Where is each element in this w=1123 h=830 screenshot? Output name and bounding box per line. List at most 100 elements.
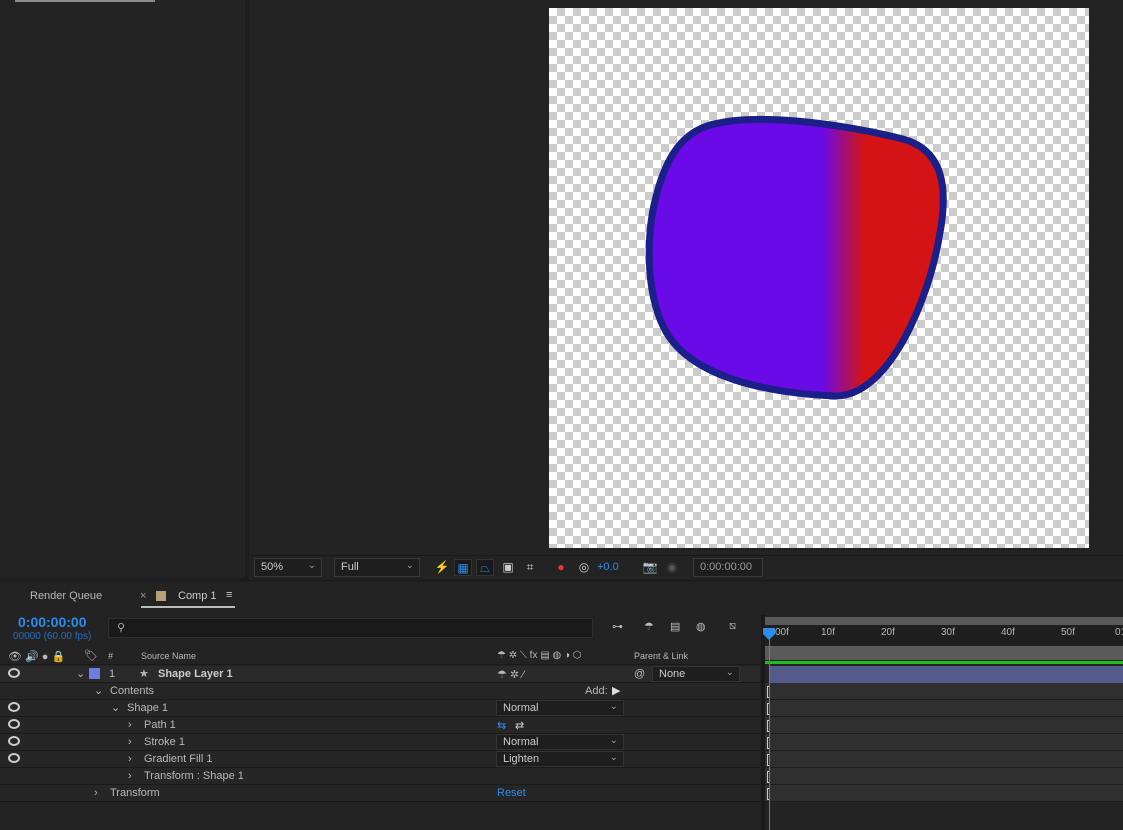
pickwhip-icon[interactable]: @	[634, 668, 645, 680]
gradient-fill-1-row[interactable]: ›Gradient Fill 1Lighten⌄	[0, 751, 760, 768]
blend-mode-dropdown[interactable]: Lighten⌄	[496, 751, 624, 767]
current-time-field[interactable]: 0:00:00:00	[693, 558, 763, 577]
show-snapshot-icon: ◉	[663, 559, 681, 576]
snapshot-camera-icon[interactable]: 📷	[641, 559, 659, 576]
layer-search-input[interactable]: ⚲	[108, 618, 593, 638]
transparency-grid-icon[interactable]: ▦	[454, 559, 472, 576]
comp-color-swatch	[156, 591, 166, 601]
expand-chevron-icon[interactable]: ›	[94, 787, 98, 799]
active-tab-underline	[141, 606, 235, 608]
viewer-toolbar: 50%⌄ Full⌄ ⚡ ▦ ⏢ ▣ ⌗ ● ◎ +0.0 📷 ◉ 0:00:0…	[249, 555, 1123, 579]
stroke-1-row[interactable]: ›Stroke 1Normal⌄	[0, 734, 760, 751]
exposure-reset-icon[interactable]: ◎	[575, 559, 593, 576]
ruler-label: 01	[1115, 627, 1123, 638]
track-row	[765, 734, 1123, 751]
visibility-eye-icon[interactable]	[8, 736, 20, 746]
path-1-row[interactable]: › Path 1 ⇆ ⇄	[0, 717, 760, 734]
shape-layer-graphic[interactable]	[549, 8, 1089, 548]
blend-mode-dropdown[interactable]: Normal⌄	[496, 734, 624, 750]
expand-chevron-icon[interactable]: ⌄	[76, 667, 85, 680]
blend-mode-dropdown[interactable]: Normal ⌄	[496, 700, 624, 716]
region-of-interest-icon[interactable]: ▣	[499, 559, 517, 576]
shy-layers-icon[interactable]: ☂	[644, 620, 654, 633]
parent-link-header: Parent & Link	[634, 651, 688, 661]
fast-previews-icon[interactable]: ⚡	[433, 559, 451, 576]
expand-chevron-icon[interactable]: ›	[128, 753, 132, 765]
contents-row[interactable]: ⌄ContentsAdd:▶	[0, 683, 760, 700]
track-row	[765, 768, 1123, 785]
layer-label-color[interactable]	[89, 668, 100, 679]
layer-switches[interactable]: ☂ ✲ ⁄	[497, 668, 524, 681]
blend-mode-value: Normal	[503, 736, 538, 748]
ruler-label: 50f	[1061, 627, 1075, 638]
expand-chevron-icon[interactable]: ⌄	[94, 684, 103, 697]
visibility-eye-icon[interactable]	[8, 668, 20, 678]
layer-row[interactable]: ⌄ 1 ★ Shape Layer 1 ☂ ✲ ⁄ @ None⌄	[0, 666, 760, 683]
channel-icon[interactable]: ●	[552, 559, 570, 576]
layer-name[interactable]: Shape Layer 1	[158, 668, 233, 680]
av-features-icons: 👁 🔊 ● 🔒	[8, 650, 65, 663]
graph-editor-icon[interactable]: ⧅	[729, 620, 736, 633]
transform-shape-1-row[interactable]: › Transform : Shape 1	[0, 768, 760, 785]
magnification-dropdown[interactable]: 50%⌄	[254, 558, 322, 577]
ruler-label: 20f	[881, 627, 895, 638]
blend-mode-value: Normal	[503, 702, 538, 714]
close-tab-icon[interactable]: ×	[140, 590, 146, 602]
parent-dropdown[interactable]: None⌄	[652, 666, 740, 682]
time-navigator-bar[interactable]	[765, 617, 1123, 625]
grid-guides-icon[interactable]: ⌗	[521, 559, 539, 576]
transform-row[interactable]: › Transform Reset	[0, 785, 760, 802]
num-column-header: #	[108, 651, 113, 661]
ruler-label: 30f	[941, 627, 955, 638]
shape-1-row[interactable]: ⌄Shape 1Normal⌄	[0, 700, 760, 717]
panel-menu-icon[interactable]: ≡	[226, 589, 232, 601]
visibility-eye-icon[interactable]	[8, 702, 20, 712]
time-ruler[interactable]: 00f 10f 20f 30f 40f 50f 01	[765, 625, 1123, 645]
expand-chevron-icon[interactable]: ›	[128, 770, 132, 782]
panel-scrollbar[interactable]	[15, 0, 155, 2]
tab-render-queue[interactable]: Render Queue	[30, 590, 102, 602]
layer-number: 1	[109, 668, 115, 680]
work-area-bar[interactable]	[765, 646, 1123, 660]
playhead-line[interactable]	[769, 630, 770, 830]
reverse-path-direction-icon[interactable]: ⇄	[515, 719, 524, 732]
composition-canvas[interactable]	[549, 8, 1089, 548]
transform-shape-1-label: Transform : Shape 1	[144, 770, 244, 782]
search-icon: ⚲	[117, 621, 125, 634]
contents-label: Contents	[110, 685, 154, 697]
zoom-value: 50%	[261, 561, 283, 573]
reset-link[interactable]: Reset	[497, 787, 526, 799]
chevron-down-icon: ⌄	[610, 701, 618, 712]
visibility-eye-icon[interactable]	[8, 719, 20, 729]
panel-divider[interactable]	[761, 615, 765, 830]
ruler-label: 40f	[1001, 627, 1015, 638]
chevron-down-icon: ⌄	[610, 752, 618, 763]
source-name-header[interactable]: Source Name	[141, 651, 196, 661]
label-tag-icon: 🏷	[84, 649, 98, 662]
expand-chevron-icon[interactable]: ⌄	[111, 701, 120, 714]
mask-path-visibility-icon[interactable]: ⏢	[476, 559, 494, 576]
layer-switches-icons: ☂ ✲ ⟍ fx ▤ ◍ ◑ ⬡	[497, 650, 582, 661]
track-row	[765, 751, 1123, 768]
ruler-label: 10f	[821, 627, 835, 638]
current-time-display[interactable]: 0:00:00:00	[18, 614, 87, 630]
path-direction-icon[interactable]: ⇆	[497, 719, 506, 732]
track-row	[765, 717, 1123, 734]
viewer-timecode: 0:00:00:00	[700, 561, 752, 573]
add-menu-icon[interactable]: ▶	[612, 684, 620, 697]
motion-blur-icon[interactable]: ◍	[696, 620, 706, 633]
expand-chevron-icon[interactable]: ›	[128, 736, 132, 748]
composition-mini-flowchart-icon[interactable]: ⊶	[612, 620, 623, 633]
tab-comp-1[interactable]: Comp 1	[178, 590, 217, 602]
resolution-dropdown[interactable]: Full⌄	[334, 558, 420, 577]
chevron-down-icon: ⌄	[726, 667, 734, 678]
expand-chevron-icon[interactable]: ›	[128, 719, 132, 731]
layer-column-headers: 👁 🔊 ● 🔒 🏷 # Source Name ☂ ✲ ⟍ fx ▤ ◍ ◑ ⬡…	[0, 648, 760, 665]
project-panel	[0, 0, 245, 578]
layer-duration-bar[interactable]	[769, 666, 1123, 683]
path-1-label: Path 1	[144, 719, 176, 731]
frame-blending-icon[interactable]: ▤	[670, 620, 680, 633]
exposure-value[interactable]: +0.0	[597, 561, 619, 573]
visibility-eye-icon[interactable]	[8, 753, 20, 763]
transform-label: Transform	[110, 787, 160, 799]
